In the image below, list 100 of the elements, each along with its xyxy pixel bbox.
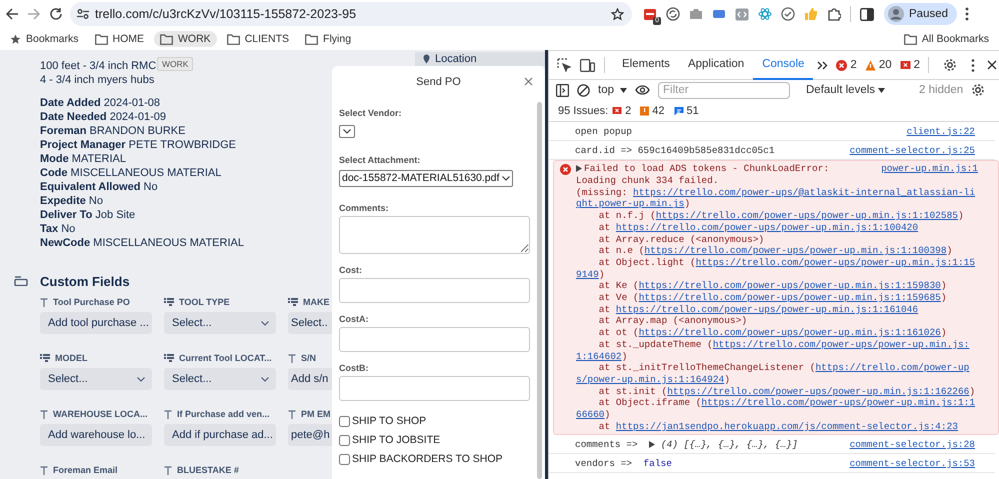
stack-link[interactable]: https://trello.com/power-ups/power-up.min.js:1:159685 — [638, 292, 941, 304]
more-vertical-icon[interactable] — [971, 58, 976, 72]
text-type-icon — [40, 410, 48, 418]
stack-link[interactable]: https://trello.com/power-ups/power-up.min.js:1:1 — [701, 397, 976, 408]
back-arrow-icon[interactable] — [5, 7, 19, 21]
side-panel-icon[interactable] — [860, 8, 874, 20]
source-link[interactable]: power-up.min.js:1 — [881, 163, 978, 175]
modal-title: Send PO — [416, 76, 461, 88]
text-field[interactable]: pete@h — [288, 424, 332, 446]
stack-link[interactable]: https://trello.com/power-ups/power-up.min.js:1:159830 — [638, 280, 941, 292]
text-field[interactable]: Add warehouse lo... — [40, 424, 152, 446]
bookmark-folder[interactable]: HOME — [88, 31, 150, 47]
checkbox-label: SHIP TO SHOP — [352, 415, 426, 427]
stack-link[interactable]: 66660 — [576, 409, 605, 420]
bookmarks-folder[interactable]: All Bookmarks — [898, 31, 995, 47]
checkbox[interactable] — [339, 434, 350, 446]
stack-link[interactable]: https://trello.com/power-ups/@atlaskit-internal_atlassian-li — [633, 186, 976, 198]
text-field[interactable]: Add s/n — [288, 368, 332, 390]
more-vertical-icon[interactable] — [965, 7, 970, 21]
checkbox[interactable] — [339, 416, 350, 426]
location-button[interactable]: Location — [415, 52, 545, 66]
text-field[interactable] — [339, 376, 530, 400]
select-field[interactable]: Select... — [164, 312, 276, 334]
scrollbar[interactable] — [537, 102, 542, 479]
stack-link[interactable]: https://trello.com/power-up — [815, 362, 970, 374]
thumbs-up-icon[interactable] — [804, 7, 818, 21]
puzzle-icon[interactable] — [827, 7, 841, 21]
eye-icon[interactable] — [635, 85, 650, 95]
source-link[interactable]: comment-selector.js:28 — [850, 438, 975, 450]
stack-link[interactable]: s/power-up.min.js:1:164924 — [576, 374, 724, 385]
stack-link[interactable]: 1:164602 — [576, 350, 622, 362]
stack-link[interactable]: https://trello.com/power-ups/power-up.min.js:1:161046 — [616, 304, 918, 315]
settings-icon[interactable] — [943, 58, 958, 72]
dropdown[interactable] — [339, 125, 355, 138]
bookmarks-button[interactable]: Bookmarks — [4, 31, 85, 47]
reload-icon[interactable] — [49, 7, 63, 21]
filter-field[interactable]: Filter — [658, 82, 790, 98]
error-summary: Failed to load ADS tokens - ChunkLoadError: — [584, 163, 830, 175]
stack-link[interactable]: https://trello.com/power-ups/power-up.min.js:1:100420 — [616, 222, 918, 233]
stack-link[interactable]: https://jan1sendpo.herokuapp.com/js/comment-selector.js:4:23 — [616, 420, 958, 432]
inspect-element-icon[interactable] — [557, 58, 571, 72]
source-link[interactable]: comment-selector.js:25 — [850, 144, 975, 156]
select-field[interactable]: Select.. — [288, 312, 332, 334]
settings-icon[interactable] — [971, 83, 986, 97]
text-field[interactable] — [339, 326, 530, 352]
checkbox[interactable] — [339, 454, 350, 464]
sidebar-toggle-icon[interactable] — [556, 84, 569, 96]
field-label: MAKE — [303, 297, 330, 307]
stack-link[interactable]: 9149 — [576, 268, 599, 280]
log-levels-dropdown[interactable]: Default levels — [800, 83, 892, 97]
stack-link[interactable]: https://trello.com/power-ups/power-up.min.js:1:161026 — [638, 327, 941, 338]
devtools-tab[interactable]: Application — [678, 50, 754, 80]
bookmark-folder[interactable]: Flying — [299, 31, 358, 47]
stack-link[interactable]: ght.power-up.min.js — [576, 198, 684, 210]
profile-button[interactable]: Paused — [884, 3, 958, 25]
context-selector[interactable]: top — [598, 84, 627, 96]
select-field[interactable]: Select... — [164, 368, 276, 390]
devtools-tab[interactable]: Elements — [613, 50, 679, 80]
close-icon[interactable] — [987, 60, 998, 70]
description-line: 100 feet - 3/4 inch RMC — [40, 59, 156, 73]
avatar-icon — [888, 6, 904, 22]
stack-link[interactable]: https://trello.com/power-ups/power-up.min.js:1:162266 — [667, 386, 970, 397]
expand-triangle-icon[interactable] — [649, 440, 656, 448]
stack-text: ) — [724, 374, 730, 385]
address-bar[interactable]: trello.com/c/u3rcKzVv/103115-155872-2023-95 — [70, 2, 632, 26]
comments-field[interactable] — [339, 216, 530, 254]
star-icon[interactable] — [611, 8, 624, 20]
text-field[interactable] — [339, 278, 530, 302]
tune-icon[interactable] — [77, 9, 89, 19]
stack-link[interactable]: https://trello.com/power-ups/power-up.min.js:1:102585 — [656, 210, 958, 222]
circular-arrows-icon[interactable] — [666, 7, 680, 21]
device-toolbar-icon[interactable] — [580, 58, 595, 72]
bookmark-folder[interactable]: CLIENTS — [220, 31, 296, 47]
field-label: Select Attachment: — [339, 155, 422, 166]
clear-console-icon[interactable] — [577, 84, 590, 96]
url-text[interactable]: trello.com/c/u3rcKzVv/103115-155872-2023-95 — [95, 7, 605, 21]
issue-count[interactable]: 51 — [686, 104, 699, 116]
dropdown[interactable]: doc-155872-MATERIAL51630.pdf — [339, 170, 514, 186]
check-circle-icon[interactable] — [781, 7, 795, 21]
code-icon[interactable] — [735, 8, 749, 20]
issue-count[interactable]: 2 — [625, 104, 632, 116]
issue-count[interactable]: 42 — [652, 104, 665, 116]
issues-label[interactable]: 95 Issues: — [558, 104, 608, 116]
text-field[interactable]: Add tool purchase ... — [40, 312, 152, 334]
tooltip: WORK — [157, 57, 194, 71]
stack-link[interactable]: https://trello.com/power-ups/power-up.min.js:1:15 — [696, 256, 976, 268]
select-field[interactable]: Select... — [40, 368, 152, 390]
bookmark-folder[interactable]: WORK — [154, 31, 217, 47]
more-tabs-icon[interactable] — [817, 60, 828, 70]
stack-link[interactable]: https://trello.com/power-ups/power-up.min.js: — [712, 338, 970, 350]
text-field[interactable]: Add if purchase ad... — [164, 424, 276, 446]
card-field: Mode MATERIAL — [40, 152, 126, 166]
atom-icon[interactable] — [758, 7, 772, 21]
devtools-tab[interactable]: Console — [753, 50, 814, 80]
source-link[interactable]: client.js:22 — [906, 126, 975, 136]
message-icon — [674, 106, 684, 116]
expand-triangle-icon[interactable] — [576, 165, 582, 172]
stack-link[interactable]: https://trello.com/power-ups/power-up.min.js:1:100398 — [644, 245, 947, 256]
source-link[interactable]: comment-selector.js:53 — [850, 458, 975, 469]
text-type-icon — [288, 354, 296, 362]
